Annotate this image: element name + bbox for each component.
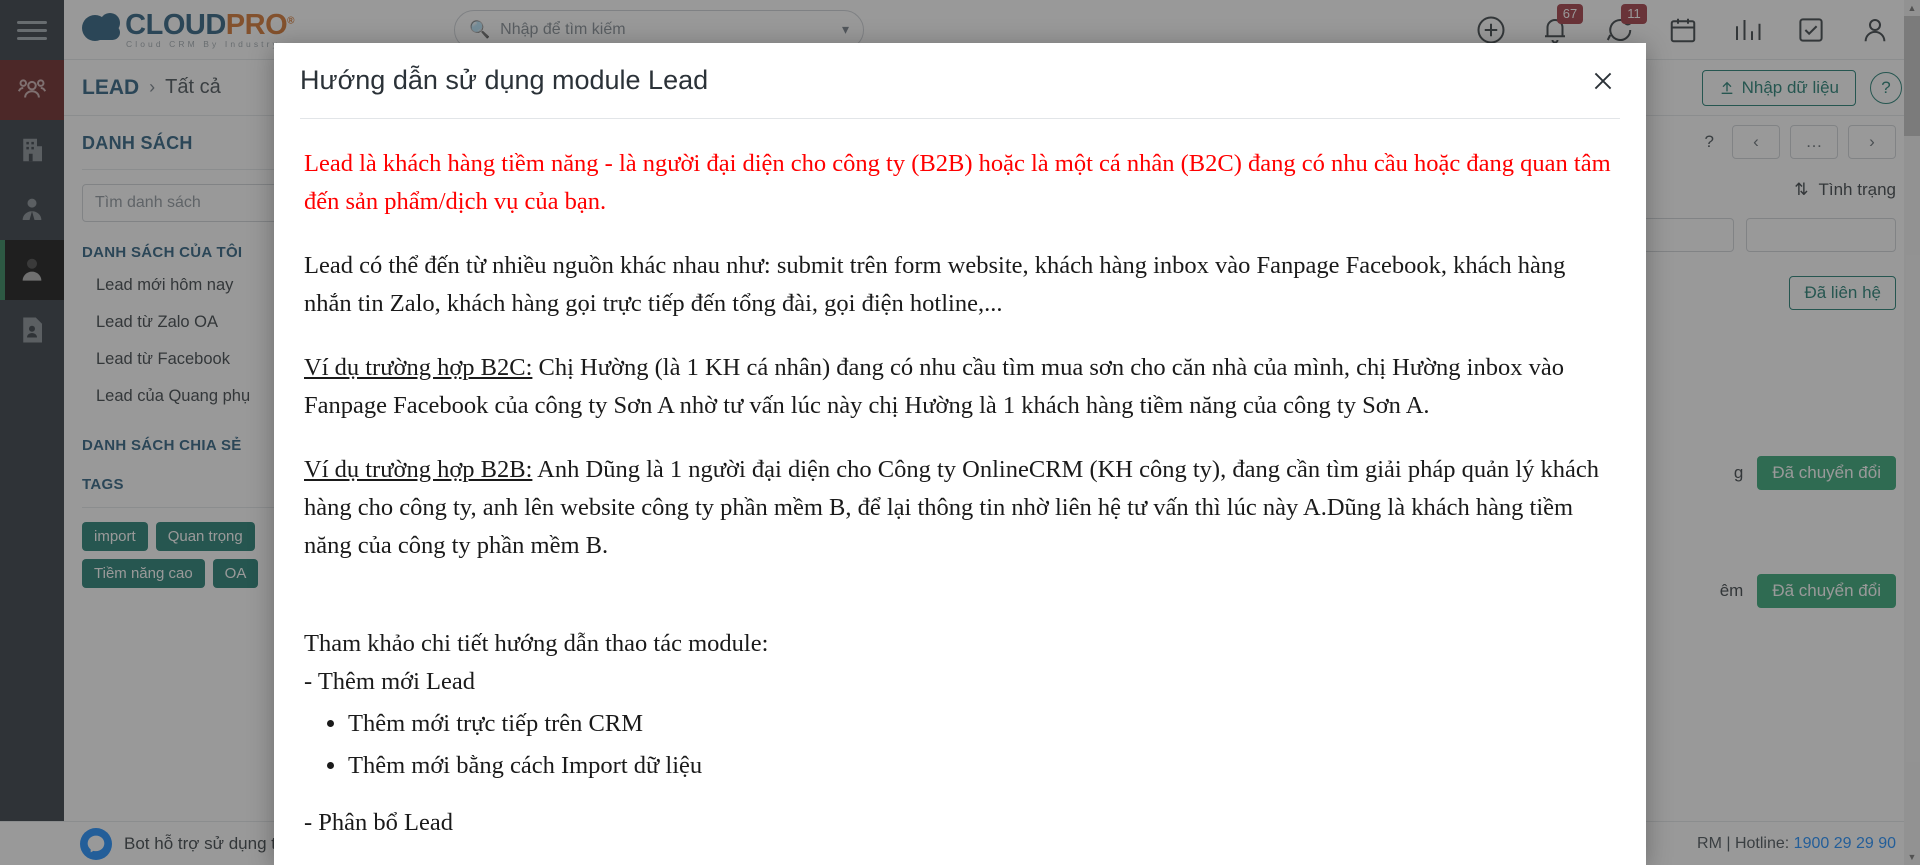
paragraph-b2b-example: Ví dụ trường hợp B2B: Anh Dũng là 1 ngườ… <box>304 451 1616 565</box>
reference-add-lead: - Thêm mới Lead <box>304 667 476 695</box>
b2b-label: Ví dụ trường hợp B2B: <box>304 455 533 483</box>
paragraph-b2c-example: Ví dụ trường hợp B2C: Chị Hường (là 1 KH… <box>304 349 1616 425</box>
close-icon <box>1594 72 1612 89</box>
list-item: Thêm mới bằng cách Import dữ liệu <box>348 747 1616 785</box>
paragraph-definition: Lead là khách hàng tiềm năng - là người … <box>304 149 1611 215</box>
list-item: Thêm mới trực tiếp trên CRM <box>348 705 1616 743</box>
app-root: CLOUDPRO® Cloud CRM By Industry 🔍 ▾ <box>0 0 1920 865</box>
reference-intro: Tham khảo chi tiết hướng dẫn thao tác mo… <box>304 629 769 657</box>
paragraph-sources: Lead có thể đến từ nhiều nguồn khác nhau… <box>304 251 1566 317</box>
modal-body[interactable]: Lead là khách hàng tiềm năng - là người … <box>274 119 1646 865</box>
modal-header: Hướng dẫn sử dụng module Lead <box>274 43 1646 118</box>
close-button[interactable] <box>1586 64 1620 98</box>
reference-assign-lead: - Phân bổ Lead <box>304 809 453 837</box>
modal-title: Hướng dẫn sử dụng module Lead <box>300 65 709 95</box>
add-lead-sublist: Thêm mới trực tiếp trên CRM Thêm mới bằn… <box>348 705 1616 785</box>
b2c-label: Ví dụ trường hợp B2C: <box>304 353 533 381</box>
lead-guide-modal: Hướng dẫn sử dụng module Lead Lead là kh… <box>274 43 1646 865</box>
